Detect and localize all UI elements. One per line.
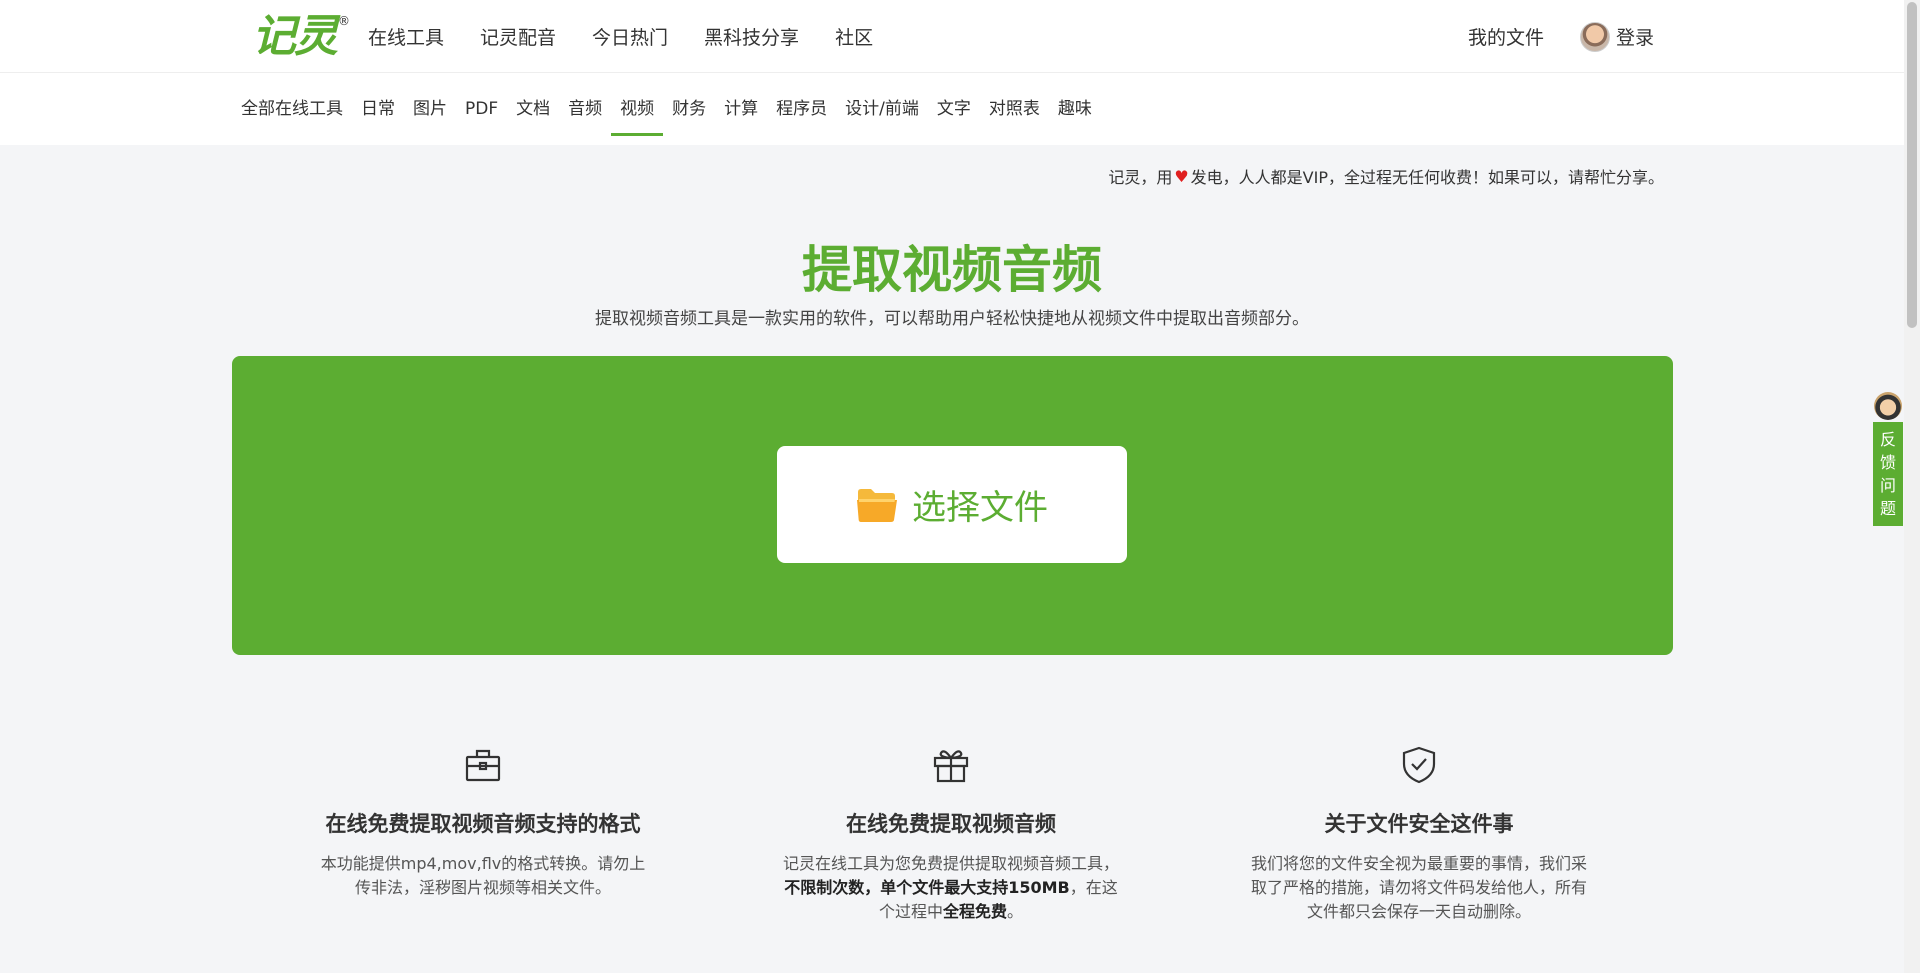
nav-tech-share[interactable]: 黑科技分享 (704, 23, 799, 50)
cat-pdf[interactable]: PDF (456, 73, 507, 145)
folder-icon (857, 488, 897, 522)
cat-fun[interactable]: 趣味 (1049, 73, 1101, 145)
page-subtitle: 提取视频音频工具是一款实用的软件，可以帮助用户轻松快捷地从视频文件中提取出音频部… (595, 309, 1309, 329)
cat-audio[interactable]: 音频 (559, 73, 611, 145)
gift-icon (933, 750, 969, 783)
feature-formats-title: 在线免费提取视频音频支持的格式 (325, 812, 641, 836)
feature-free-bold-1: 不限制次数，单个文件最大支持150MB (784, 878, 1070, 897)
feature-free-title: 在线免费提取视频音频 (846, 812, 1056, 836)
feature-free: 在线免费提取视频音频 记灵在线工具为您免费提供提取视频音频工具， 不限制次数，单个… (761, 744, 1141, 924)
login-button[interactable]: 登录 (1579, 21, 1654, 52)
slogan-end: 发电，人人都是VIP，全过程无任何收费！如果可以，请帮忙分享。 (1190, 168, 1664, 187)
cat-reference[interactable]: 对照表 (980, 73, 1049, 145)
page-title: 提取视频音频 (802, 241, 1102, 299)
choose-file-label: 选择文件 (912, 488, 1048, 528)
site-logo[interactable]: 记灵 ® (252, 12, 350, 62)
cat-image[interactable]: 图片 (404, 73, 456, 145)
feature-formats: 在线免费提取视频音频支持的格式 本功能提供mp4,mov,flv的格式转换。请勿… (293, 744, 673, 900)
choose-file-button[interactable]: 选择文件 (777, 446, 1127, 563)
nav-dubbing[interactable]: 记灵配音 (480, 23, 556, 50)
feature-free-text-3: 。 (1007, 902, 1024, 921)
cat-calculate[interactable]: 计算 (715, 73, 767, 145)
slogan-start: 记灵，用 (1108, 168, 1173, 187)
logo-registered-mark: ® (338, 14, 350, 28)
cat-daily[interactable]: 日常 (352, 73, 404, 145)
toolbox-icon (465, 749, 501, 782)
scrollbar-thumb[interactable] (1907, 2, 1917, 328)
upload-dropzone[interactable]: 选择文件 (232, 356, 1673, 655)
feedback-label[interactable]: 反馈问题 (1873, 422, 1903, 526)
slogan: 记灵，用 ♥ 发电，人人都是VIP，全过程无任何收费！如果可以，请帮忙分享。 (1108, 164, 1664, 188)
feature-security: 关于文件安全这件事 我们将您的文件安全视为最重要的事情，我们采取了严格的措施，请… (1229, 744, 1609, 924)
top-header: 记灵 ® 在线工具 记灵配音 今日热门 黑科技分享 社区 我的文件 登录 (0, 0, 1904, 73)
cat-all-tools[interactable]: 全部在线工具 (241, 73, 352, 145)
feature-security-text: 我们将您的文件安全视为最重要的事情，我们采取了严格的措施，请勿将文件码发给他人，… (1251, 854, 1588, 921)
cat-design[interactable]: 设计/前端 (836, 73, 928, 145)
cat-programmer[interactable]: 程序员 (767, 73, 836, 145)
feature-formats-text: 本功能提供mp4,mov,flv的格式转换。请勿上传非法，淫秽图片视频等相关文件… (320, 854, 646, 897)
my-files-link[interactable]: 我的文件 (1468, 23, 1544, 50)
feature-security-title: 关于文件安全这件事 (1324, 812, 1514, 836)
cat-video[interactable]: 视频 (611, 73, 664, 145)
category-nav: 全部在线工具 日常 图片 PDF 文档 音频 视频 财务 计算 程序员 设计/前… (241, 73, 1101, 145)
main-nav: 在线工具 记灵配音 今日热门 黑科技分享 社区 (368, 0, 873, 73)
nav-today-hot[interactable]: 今日热门 (592, 23, 668, 50)
cat-finance[interactable]: 财务 (663, 73, 715, 145)
login-label: 登录 (1615, 27, 1654, 49)
cat-text[interactable]: 文字 (928, 73, 980, 145)
cat-document[interactable]: 文档 (507, 73, 559, 145)
nav-online-tools[interactable]: 在线工具 (368, 23, 444, 50)
feature-free-text-1: 记灵在线工具为您免费提供提取视频音频工具， (783, 854, 1120, 873)
shield-check-icon (1402, 746, 1436, 784)
category-bar: 全部在线工具 日常 图片 PDF 文档 音频 视频 财务 计算 程序员 设计/前… (0, 73, 1904, 145)
heart-icon: ♥ (1174, 166, 1189, 186)
feedback-mascot-icon (1874, 392, 1902, 420)
logo-text: 记灵 (252, 11, 338, 62)
header-right: 我的文件 登录 (1468, 0, 1654, 73)
feedback-widget[interactable]: 反馈问题 (1873, 392, 1903, 526)
nav-community[interactable]: 社区 (835, 23, 873, 50)
feature-free-text: 记灵在线工具为您免费提供提取视频音频工具， 不限制次数，单个文件最大支持150MB… (761, 852, 1141, 924)
feature-free-bold-2: 全程免费 (942, 902, 1007, 921)
avatar (1579, 21, 1610, 52)
